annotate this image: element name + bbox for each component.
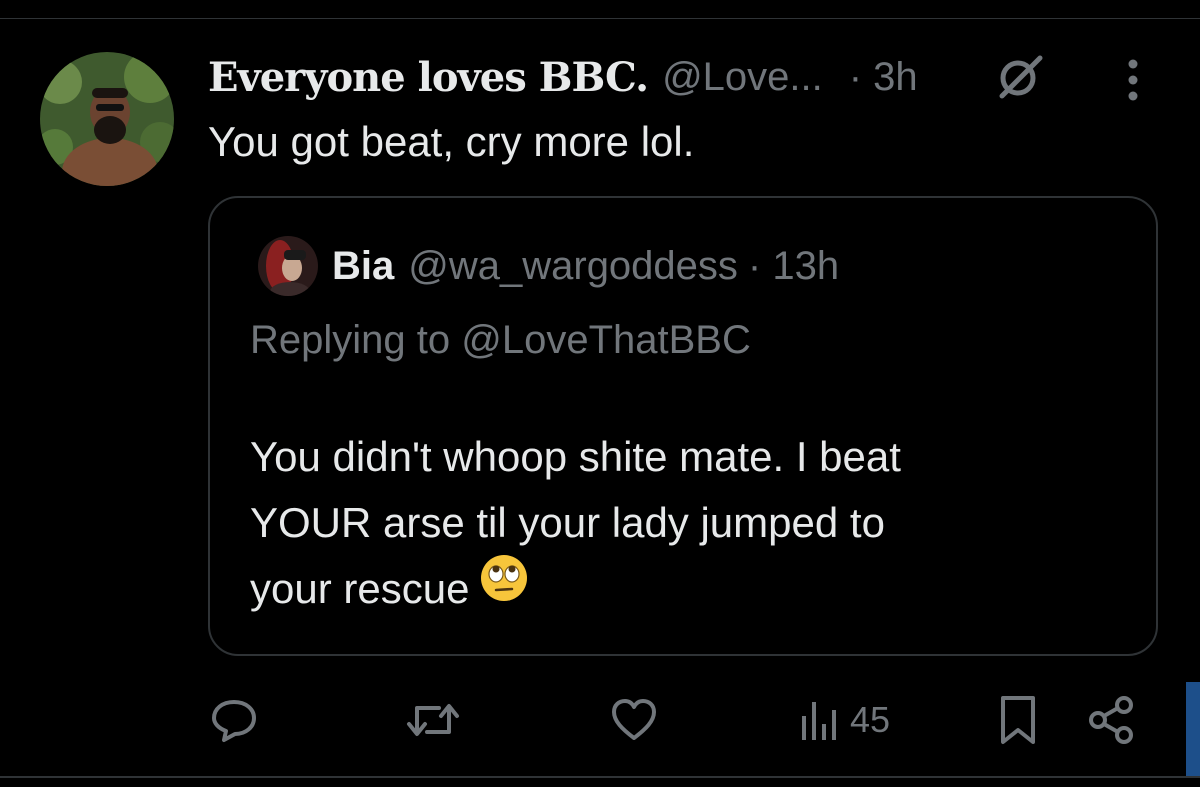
bookmark-icon [996, 692, 1040, 748]
bookmark-button[interactable] [996, 690, 1040, 750]
retweet-icon [405, 694, 461, 746]
quoted-text-line-2: YOUR arse til your lady jumped to [250, 499, 885, 546]
quoted-text-line-1: You didn't whoop shite mate. I beat [250, 433, 901, 480]
replying-to-line: Replying to @LoveThatBBC [250, 318, 751, 363]
quoted-avatar-image [258, 236, 318, 296]
bottom-divider [0, 776, 1200, 778]
views-count: 45 [850, 699, 891, 740]
more-options-icon[interactable] [1118, 58, 1148, 102]
quoted-author-display-name[interactable]: Bia [332, 244, 394, 289]
scrollbar-accent [1186, 682, 1200, 778]
bar-chart-icon [800, 694, 842, 746]
author-avatar[interactable] [40, 52, 174, 186]
tweet-header: Everyone loves BBC. @Love... · 3h [208, 52, 918, 102]
quoted-tweet-text: You didn't whoop shite mate. I beat YOUR… [250, 424, 1130, 622]
heart-icon [608, 694, 660, 746]
replying-to-prefix: Replying to [250, 318, 462, 362]
quoted-text-line-3-wrap: your rescue [250, 553, 1130, 622]
speech-bubble-icon [208, 694, 260, 746]
top-divider [0, 18, 1200, 19]
share-icon [1084, 692, 1140, 748]
views-button[interactable]: 45 [800, 690, 890, 750]
author-handle[interactable]: @Love... [662, 55, 823, 100]
grok-icon[interactable] [990, 52, 1050, 102]
quoted-author-handle[interactable]: @wa_wargoddess [408, 244, 738, 289]
quoted-tweet-header: Bia @wa_wargoddess · 13h [332, 238, 839, 294]
author-display-name[interactable]: Everyone loves BBC. [208, 54, 649, 101]
rolling-eyes-emoji-icon [479, 553, 529, 622]
tweet-action-bar: 45 [0, 690, 1200, 750]
tweet-text: You got beat, cry more lol. [208, 118, 695, 165]
like-button[interactable] [608, 690, 660, 750]
retweet-button[interactable] [405, 690, 461, 750]
share-button[interactable] [1084, 690, 1140, 750]
quoted-author-avatar[interactable] [258, 236, 318, 296]
quoted-tweet-card[interactable]: Bia @wa_wargoddess · 13h Replying to @Lo… [208, 196, 1158, 656]
replying-to-mention[interactable]: @LoveThatBBC [461, 318, 751, 362]
reply-button[interactable] [208, 690, 260, 750]
quoted-text-line-3: your rescue [250, 565, 470, 612]
quoted-tweet-timestamp[interactable]: · 13h [748, 244, 839, 289]
avatar-image [40, 52, 174, 186]
tweet-timestamp[interactable]: · 3h [849, 55, 918, 100]
